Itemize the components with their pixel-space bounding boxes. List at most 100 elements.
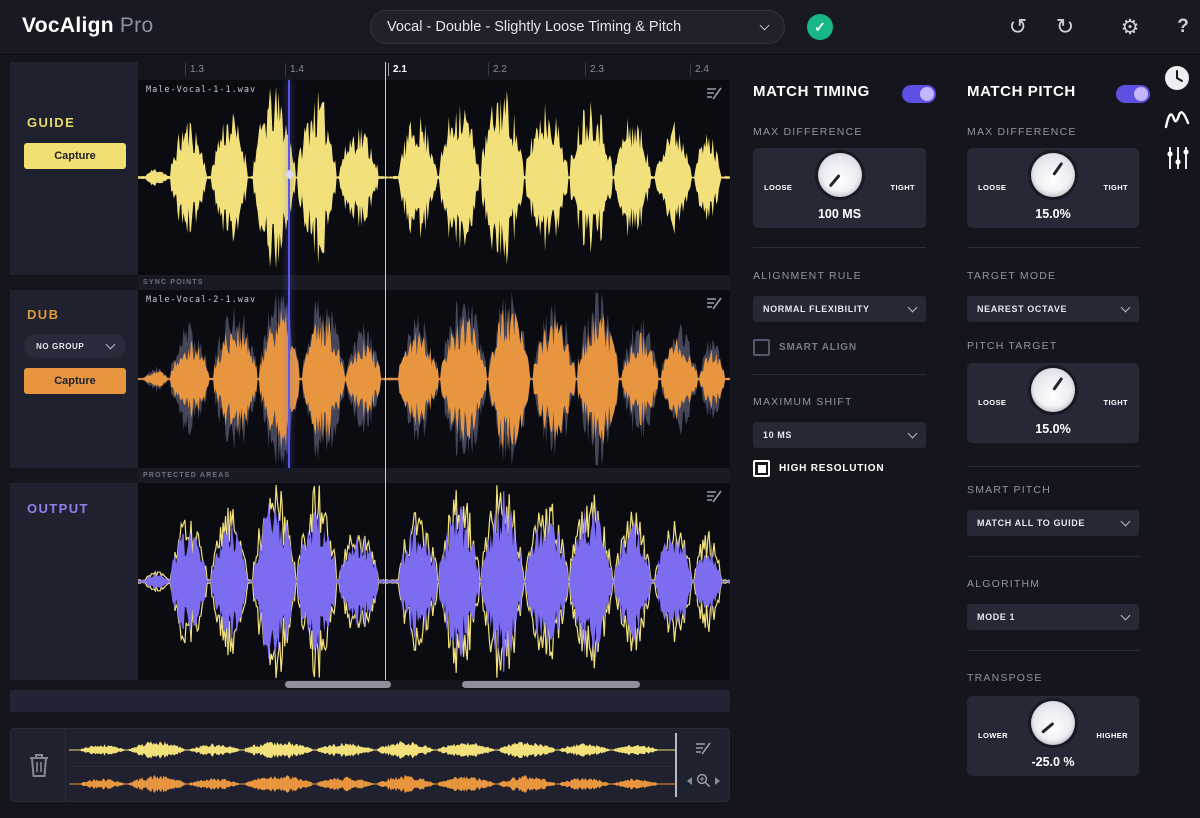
- zoom-right-arrow-icon[interactable]: [715, 776, 720, 785]
- preset-selector[interactable]: Vocal - Double - Slightly Loose Timing &…: [370, 10, 785, 44]
- ruler-tick: 2.3: [585, 63, 604, 76]
- match-pitch-title: MATCH PITCH: [967, 83, 1076, 100]
- guide-overview-waveform[interactable]: [69, 737, 675, 763]
- output-panel: OUTPUT: [10, 483, 138, 680]
- zoom-left-arrow-icon[interactable]: [687, 776, 692, 785]
- divider: [967, 466, 1139, 467]
- preset-label: Vocal - Double - Slightly Loose Timing &…: [387, 19, 682, 35]
- pitch-target-value: 15.0%: [1035, 422, 1071, 436]
- dub-panel: DUB NO GROUP Capture: [10, 290, 138, 468]
- timing-max-difference-knob[interactable]: [817, 153, 862, 197]
- dub-track[interactable]: Male-Vocal-2-1.wav: [138, 290, 730, 468]
- guide-panel: GUIDE Capture: [10, 62, 138, 275]
- chevron-down-icon: [105, 339, 116, 350]
- dub-file-name: Male-Vocal-2-1.wav: [146, 295, 257, 305]
- maximum-shift-label: MAXIMUM SHIFT: [753, 396, 853, 408]
- smart-align-checkbox[interactable]: [753, 339, 770, 356]
- divider: [753, 374, 926, 375]
- chevron-down-icon: [1120, 302, 1131, 313]
- divider: [753, 247, 926, 248]
- pitch-max-difference-value: 15.0%: [1035, 207, 1071, 221]
- alignment-rule-label: ALIGNMENT RULE: [753, 270, 862, 282]
- smart-align-checkbox-row[interactable]: SMART ALIGN: [753, 339, 857, 356]
- pitch-target-label: PITCH TARGET: [967, 340, 1058, 352]
- pitch-max-difference-card: LOOSE TIGHT 15.0%: [967, 148, 1139, 228]
- track-edit-icon[interactable]: [706, 86, 722, 100]
- pitch-max-difference-label: MAX DIFFERENCE: [967, 126, 1077, 138]
- pitch-target-knob[interactable]: [1031, 368, 1075, 412]
- output-label: OUTPUT: [27, 501, 89, 516]
- smart-pitch-select[interactable]: MATCH ALL TO GUIDE: [967, 510, 1139, 536]
- top-bar: VocAlign Pro Vocal - Double - Slightly Lo…: [0, 0, 1200, 55]
- brand-suffix: Pro: [119, 14, 154, 37]
- knob-loose-label: LOOSE: [978, 183, 1007, 192]
- section-divider-line: [385, 62, 386, 680]
- high-resolution-label: HIGH RESOLUTION: [779, 463, 885, 474]
- undo-button[interactable]: ↺: [1003, 12, 1033, 42]
- output-track[interactable]: [138, 483, 730, 680]
- chevron-down-icon: [759, 20, 770, 31]
- output-waveform: [138, 484, 730, 679]
- algorithm-select[interactable]: MODE 1: [967, 604, 1139, 630]
- match-timing-toggle[interactable]: [902, 85, 936, 103]
- timeline-ruler[interactable]: 1.3 1.4 2.1 2.2 2.3 2.4: [138, 62, 730, 80]
- maximum-shift-select[interactable]: 10 MS: [753, 422, 926, 448]
- chevron-down-icon: [907, 302, 918, 313]
- panel-divider: [65, 729, 66, 801]
- track-edit-icon[interactable]: [695, 741, 711, 755]
- algorithm-value: MODE 1: [977, 612, 1016, 622]
- divider: [967, 247, 1139, 248]
- transpose-knob[interactable]: [1031, 701, 1075, 745]
- trash-icon[interactable]: [27, 751, 51, 779]
- track-edit-icon[interactable]: [706, 296, 722, 310]
- high-resolution-checkbox[interactable]: [753, 460, 770, 477]
- knob-lower-label: LOWER: [978, 731, 1008, 740]
- alignment-rule-select[interactable]: NORMAL FLEXIBILITY: [753, 296, 926, 322]
- settings-gear-icon[interactable]: ⚙: [1115, 12, 1145, 42]
- guide-file-name: Male-Vocal-1-1.wav: [146, 85, 257, 95]
- alignment-rule-value: NORMAL FLEXIBILITY: [763, 304, 870, 314]
- protected-areas-strip: PROTECTED AREAS: [138, 468, 730, 483]
- overview-panel: [10, 728, 730, 802]
- scrollbar-thumb[interactable]: [285, 681, 391, 688]
- overview-playhead[interactable]: [675, 733, 677, 797]
- guide-waveform: [138, 86, 730, 269]
- smart-pitch-value: MATCH ALL TO GUIDE: [977, 518, 1085, 528]
- pitch-trace-icon[interactable]: [1163, 104, 1191, 132]
- dub-overview-waveform[interactable]: [69, 771, 675, 797]
- knob-tight-label: TIGHT: [1103, 398, 1128, 407]
- redo-button[interactable]: ↻: [1050, 12, 1080, 42]
- target-mode-label: TARGET MODE: [967, 270, 1057, 282]
- dub-capture-button[interactable]: Capture: [24, 368, 126, 394]
- smart-pitch-label: SMART PITCH: [967, 484, 1051, 496]
- checkbox-fill: [757, 464, 766, 473]
- help-button[interactable]: ?: [1168, 12, 1198, 42]
- guide-capture-button[interactable]: Capture: [24, 143, 126, 169]
- playhead-line[interactable]: [288, 80, 290, 468]
- high-resolution-checkbox-row[interactable]: HIGH RESOLUTION: [753, 460, 884, 477]
- sync-points-strip: SYNC POINTS: [138, 275, 730, 290]
- guide-track[interactable]: Male-Vocal-1-1.wav: [138, 80, 730, 275]
- mixer-faders-icon[interactable]: [1165, 144, 1191, 172]
- target-mode-value: NEAREST OCTAVE: [977, 304, 1068, 314]
- chevron-down-icon: [907, 428, 918, 439]
- smart-align-label: SMART ALIGN: [779, 342, 857, 353]
- scrollbar-thumb[interactable]: [462, 681, 640, 688]
- track-edit-icon[interactable]: [706, 489, 722, 503]
- zoom-scrub-control[interactable]: [687, 773, 720, 788]
- match-pitch-toggle[interactable]: [1116, 85, 1150, 103]
- zoom-magnifier-icon[interactable]: [696, 773, 711, 788]
- sync-points-label: SYNC POINTS: [143, 279, 204, 286]
- history-clock-icon[interactable]: [1163, 64, 1191, 92]
- dub-group-select[interactable]: NO GROUP: [24, 334, 126, 358]
- status-check-icon: ✓: [807, 14, 833, 40]
- target-mode-select[interactable]: NEAREST OCTAVE: [967, 296, 1139, 322]
- knob-higher-label: HIGHER: [1096, 731, 1128, 740]
- transpose-value: -25.0 %: [1031, 755, 1075, 769]
- pitch-max-difference-knob[interactable]: [1031, 153, 1075, 197]
- horizontal-scrollbar[interactable]: [10, 690, 730, 712]
- transpose-label: TRANSPOSE: [967, 672, 1043, 684]
- dub-waveform: [138, 292, 730, 466]
- ruler-tick: 1.3: [185, 63, 204, 76]
- dub-label: DUB: [27, 307, 60, 322]
